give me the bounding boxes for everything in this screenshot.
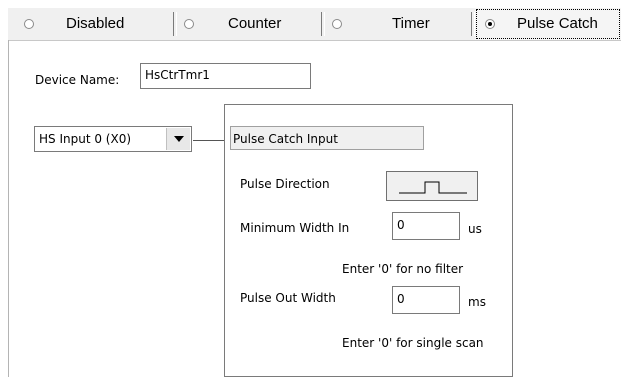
tab-pulse-catch[interactable]: Pulse Catch bbox=[475, 8, 621, 40]
pulse-catch-radio[interactable] bbox=[485, 19, 495, 29]
chevron-down-icon bbox=[174, 136, 184, 142]
rising-pulse-icon bbox=[399, 181, 467, 194]
counter-radio[interactable] bbox=[184, 19, 194, 29]
tab-pulse-catch-label: Pulse Catch bbox=[517, 15, 598, 32]
min-width-input[interactable]: 0 bbox=[392, 212, 460, 240]
tab-timer-label: Timer bbox=[392, 15, 430, 32]
tab-disabled-label: Disabled bbox=[66, 15, 125, 32]
input-select-dropdown[interactable]: HS Input 0 (X0) bbox=[34, 126, 192, 152]
connector-line bbox=[193, 140, 224, 141]
panel-left-border bbox=[8, 40, 9, 377]
device-name-label: Device Name: bbox=[35, 73, 120, 87]
tab-counter[interactable]: Counter bbox=[176, 8, 316, 40]
timer-radio[interactable] bbox=[332, 19, 342, 29]
tab-timer[interactable]: Timer bbox=[324, 8, 464, 40]
pulse-catch-title: Pulse Catch Input bbox=[230, 126, 424, 150]
min-width-label: Minimum Width In bbox=[240, 221, 350, 235]
pulse-out-width-hint: Enter '0' for single scan bbox=[342, 336, 484, 350]
pulse-out-width-label: Pulse Out Width bbox=[240, 291, 336, 305]
min-width-unit: us bbox=[468, 222, 482, 236]
tab-disabled[interactable]: Disabled bbox=[8, 8, 168, 40]
pulse-out-width-input[interactable]: 0 bbox=[392, 286, 460, 314]
device-name-input[interactable]: HsCtrTmr1 bbox=[140, 63, 311, 89]
input-select-value: HS Input 0 (X0) bbox=[39, 132, 132, 146]
pulse-out-width-unit: ms bbox=[468, 295, 486, 309]
mode-tab-strip: Disabled Counter Timer Pulse Catch bbox=[8, 8, 621, 41]
tab-counter-label: Counter bbox=[228, 15, 282, 32]
min-width-hint: Enter '0' for no filter bbox=[342, 262, 464, 276]
dropdown-button[interactable] bbox=[166, 128, 190, 150]
pulse-direction-label: Pulse Direction bbox=[240, 177, 330, 191]
disabled-radio[interactable] bbox=[24, 19, 34, 29]
pulse-direction-button[interactable] bbox=[386, 171, 478, 201]
